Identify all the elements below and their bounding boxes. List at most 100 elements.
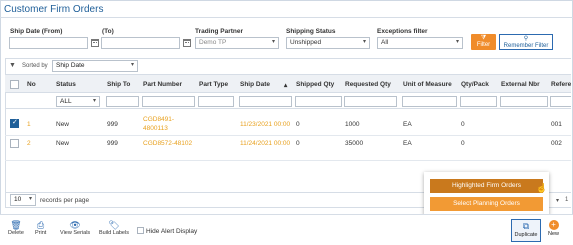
part-type-filter[interactable] [198, 96, 234, 107]
duplicate-label: Duplicate [514, 232, 538, 238]
row-qty-pack: 0 [461, 121, 465, 128]
ship-to-filter[interactable] [106, 96, 139, 107]
row-status: New [56, 121, 70, 128]
row-no[interactable]: 2 [27, 140, 31, 147]
trading-partner-select[interactable]: Demo TP [195, 37, 279, 49]
requested-qty-filter[interactable] [344, 96, 397, 107]
sort-asc-icon: ▴ [284, 82, 288, 89]
eye-icon: 👁 [69, 220, 81, 230]
ship-date-to-label: (To) [102, 28, 114, 35]
row-ship-date[interactable]: 11/23/2021 00:00 [240, 121, 290, 128]
row-shipped-qty: 0 [296, 121, 300, 128]
qty-pack-filter[interactable] [460, 96, 497, 107]
header-unit-of-measure[interactable]: Unit of Measure [403, 81, 452, 88]
pin-icon: ⚲ [523, 36, 529, 42]
external-nbr-filter[interactable] [500, 96, 548, 107]
row-requested-qty: 35000 [345, 140, 364, 147]
plus-icon: + [548, 220, 559, 230]
header-reference[interactable]: Refere [551, 81, 571, 88]
ship-date-from-input[interactable] [9, 37, 88, 49]
funnel-icon[interactable]: ▼ [9, 62, 16, 69]
title-divider [0, 17, 573, 18]
row-ship-to: 999 [107, 121, 118, 128]
calendar-icon[interactable] [183, 39, 191, 47]
hide-alert-label: Hide Alert Display [146, 228, 198, 236]
ship-date-filter[interactable] [239, 96, 292, 107]
row-shipped-qty: 0 [296, 140, 300, 147]
shipping-status-select[interactable]: Unshipped [286, 37, 370, 49]
trash-icon: 🗑 [10, 220, 22, 230]
duplicate-icon: ⧉ [522, 221, 530, 231]
chevron-down-icon: ▾ [456, 39, 460, 45]
chevron-down-icon: ▾ [93, 98, 97, 104]
header-status[interactable]: Status [56, 81, 76, 88]
row-uom: EA [403, 140, 412, 147]
sort-select[interactable]: Ship Date [52, 60, 138, 72]
records-per-page-select[interactable]: 10 [10, 194, 36, 206]
exceptions-filter-select[interactable]: All [377, 37, 463, 49]
row-ship-date[interactable]: 11/24/2021 00:00 [240, 140, 290, 147]
part-number-link[interactable]: CGD8491-4800113 [143, 115, 191, 133]
ship-date-from-label: Ship Date (From) [10, 28, 63, 35]
chevron-down-icon: ▾ [131, 62, 135, 68]
delete-label: Delete [8, 230, 24, 236]
filter-icon: ⧩ [480, 35, 487, 41]
records-per-page-label: records per page [40, 197, 90, 204]
header-requested-qty[interactable]: Requested Qty [345, 81, 391, 88]
build-labels-label: Build Labels [99, 230, 129, 236]
chevron-down-icon: ▾ [272, 39, 276, 45]
row-checkbox[interactable] [10, 139, 19, 148]
row-status: New [56, 140, 70, 147]
calendar-icon[interactable] [91, 39, 99, 47]
sorted-by-label: Sorted by [22, 63, 48, 69]
remember-filter-button[interactable]: ⚲ Remember Filter [499, 34, 553, 50]
view-serials-button[interactable]: 👁 View Serials [60, 220, 90, 236]
reference-filter[interactable] [550, 96, 571, 107]
page-title: Customer Firm Orders [4, 4, 104, 15]
shipping-status-label: Shipping Status [286, 28, 336, 35]
row-requested-qty: 1000 [345, 121, 360, 128]
row-uom: EA [403, 121, 412, 128]
hide-alert-toggle[interactable]: Hide Alert Display [137, 227, 198, 236]
chevron-down-icon: ▾ [363, 39, 367, 45]
header-no[interactable]: No [27, 81, 36, 88]
duplicate-button[interactable]: ⧉ Duplicate [511, 219, 541, 242]
header-ship-to[interactable]: Ship To [107, 81, 130, 88]
delete-button[interactable]: 🗑 Delete [8, 220, 24, 236]
header-ship-date[interactable]: Ship Date [240, 81, 270, 88]
build-labels-button[interactable]: 🏷 Build Labels [99, 220, 129, 236]
row-qty-pack: 0 [461, 140, 465, 147]
highlighted-firm-orders-button[interactable]: Highlighted Firm Orders [430, 179, 543, 193]
exceptions-filter-label: Exceptions filter [377, 28, 428, 35]
new-label: New [548, 231, 560, 237]
printer-icon: ⎙ [37, 220, 45, 230]
shipped-qty-filter[interactable] [295, 96, 342, 107]
ship-date-to-input[interactable] [101, 37, 180, 49]
page-number[interactable]: 1 [565, 197, 568, 203]
hide-alert-checkbox[interactable] [137, 227, 144, 234]
select-all-checkbox[interactable] [10, 80, 19, 89]
row-ship-to: 999 [107, 140, 118, 147]
print-button[interactable]: ⎙ Print [35, 220, 46, 236]
header-part-type[interactable]: Part Type [199, 81, 228, 88]
row-reference: 001 [551, 121, 562, 128]
hand-cursor-icon: ☝ [536, 183, 548, 193]
chevron-down-icon: ▾ [29, 196, 33, 202]
part-number-filter[interactable] [142, 96, 195, 107]
header-shipped-qty[interactable]: Shipped Qty [296, 81, 334, 88]
uom-filter[interactable] [402, 96, 457, 107]
header-qty-pack[interactable]: Qty/Pack [461, 81, 489, 88]
new-button[interactable]: + New [548, 220, 559, 237]
duplicate-menu: Highlighted Firm Orders Select Planning … [424, 172, 549, 216]
select-planning-orders-button[interactable]: Select Planning Orders [430, 197, 543, 211]
header-part-number[interactable]: Part Number [143, 81, 182, 88]
chevron-down-icon[interactable]: ▾ [556, 197, 559, 204]
header-external-nbr[interactable]: External Nbr [501, 81, 540, 88]
part-number-link[interactable]: CGD8572-48102 [143, 140, 192, 147]
view-serials-label: View Serials [60, 230, 91, 236]
trading-partner-label: Trading Partner [195, 28, 244, 35]
row-checkbox[interactable] [10, 118, 19, 128]
filter-button[interactable]: ⧩ Filter [471, 34, 496, 50]
tag-icon: 🏷 [108, 220, 120, 230]
row-no[interactable]: 1 [27, 121, 31, 128]
